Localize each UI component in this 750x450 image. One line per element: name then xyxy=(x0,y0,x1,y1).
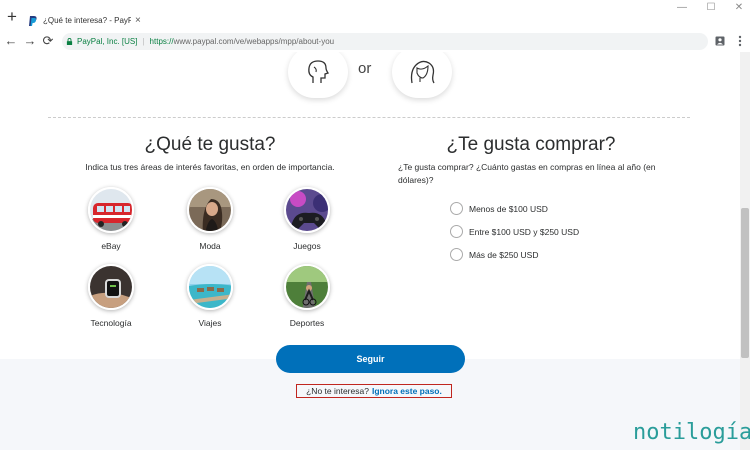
deportes-image xyxy=(284,264,330,310)
skip-prefix: ¿No te interesa? xyxy=(306,386,369,396)
scroll-thumb[interactable] xyxy=(741,208,749,358)
paypal-favicon xyxy=(29,15,37,26)
male-option[interactable] xyxy=(288,52,348,98)
juegos-image xyxy=(284,187,330,233)
interest-label: Viajes xyxy=(198,318,222,328)
tecnologia-image xyxy=(88,264,134,310)
page-scrollbar[interactable] xyxy=(740,52,750,450)
back-button[interactable]: ← xyxy=(4,34,18,48)
or-text: or xyxy=(358,60,372,77)
interest-label: Tecnología xyxy=(90,318,132,328)
radio-button[interactable] xyxy=(450,202,463,215)
url-separator: | xyxy=(142,37,145,46)
tab-title: ¿Qué te interesa? - PayPal xyxy=(43,16,131,25)
window-restore-button[interactable]: ☐ xyxy=(705,2,717,14)
tab-close-icon[interactable]: × xyxy=(135,15,141,26)
skip-step: ¿No te interesa? Ignora este paso. xyxy=(296,384,452,398)
url-text: www.paypal.com/ve/webapps/mpp/about-you xyxy=(173,37,335,46)
forward-button[interactable]: → xyxy=(23,34,37,48)
menu-icon[interactable] xyxy=(738,35,742,47)
profile-icon[interactable] xyxy=(715,36,725,46)
section-divider xyxy=(48,117,690,118)
option-label: Menos de $100 USD xyxy=(469,203,548,214)
spend-option-mid[interactable]: Entre $100 USD y $250 USD xyxy=(450,225,579,238)
spend-option-low[interactable]: Menos de $100 USD xyxy=(450,202,548,215)
viajes-image xyxy=(187,264,233,310)
interest-ebay[interactable]: eBay xyxy=(71,187,151,251)
interest-label: eBay xyxy=(101,241,121,251)
radio-button[interactable] xyxy=(450,248,463,261)
site-identity[interactable]: PayPal, Inc. [US] xyxy=(77,37,137,46)
spend-option-high[interactable]: Más de $250 USD xyxy=(450,248,538,261)
shopping-heading: ¿Te gusta comprar? xyxy=(446,134,616,155)
interests-heading: ¿Qué te gusta? xyxy=(144,134,276,155)
radio-button[interactable] xyxy=(450,225,463,238)
watermark-logo: notilogía xyxy=(633,420,750,445)
continue-button[interactable]: Seguir xyxy=(276,345,465,373)
interest-moda[interactable]: Moda xyxy=(170,187,250,251)
tab-bar: + ¿Qué te interesa? - PayPal × — ☐ ✕ xyxy=(0,0,750,32)
female-avatar-icon xyxy=(410,60,435,84)
about-you-card: or ¿Qué te gusta? Indica tus tres áreas … xyxy=(0,52,740,359)
url-scheme: https:// xyxy=(149,37,174,46)
interest-deportes[interactable]: Deportes xyxy=(267,264,347,328)
interest-viajes[interactable]: Viajes xyxy=(170,264,250,328)
male-avatar-icon xyxy=(308,60,330,83)
address-bar[interactable]: PayPal, Inc. [US] | https:// www.paypal.… xyxy=(62,33,708,50)
new-tab-button[interactable]: + xyxy=(4,8,20,25)
interest-label: Moda xyxy=(199,241,221,251)
ebay-image xyxy=(88,187,134,233)
interests-subheading: Indica tus tres áreas de interés favorit… xyxy=(85,162,335,172)
option-label: Más de $250 USD xyxy=(469,249,539,260)
lock-icon xyxy=(66,38,73,45)
window-close-button[interactable]: ✕ xyxy=(733,2,745,14)
moda-image xyxy=(187,187,233,233)
option-label: Entre $100 USD y $250 USD xyxy=(469,226,580,237)
interest-tecnologia[interactable]: Tecnología xyxy=(71,264,151,328)
interest-label: Juegos xyxy=(293,241,321,251)
female-option[interactable] xyxy=(392,52,452,98)
shopping-subheading: ¿Te gusta comprar? ¿Cuánto gastas en com… xyxy=(398,162,656,185)
window-minimize-button[interactable]: — xyxy=(676,2,688,14)
reload-button[interactable]: ⟳ xyxy=(41,34,55,48)
browser-tab[interactable]: ¿Qué te interesa? - PayPal × xyxy=(25,9,143,32)
interest-juegos[interactable]: Juegos xyxy=(267,187,347,251)
browser-toolbar: ← → ⟳ PayPal, Inc. [US] | https:// www.p… xyxy=(0,32,750,52)
skip-link[interactable]: Ignora este paso. xyxy=(372,386,442,396)
interest-label: Deportes xyxy=(289,318,325,328)
